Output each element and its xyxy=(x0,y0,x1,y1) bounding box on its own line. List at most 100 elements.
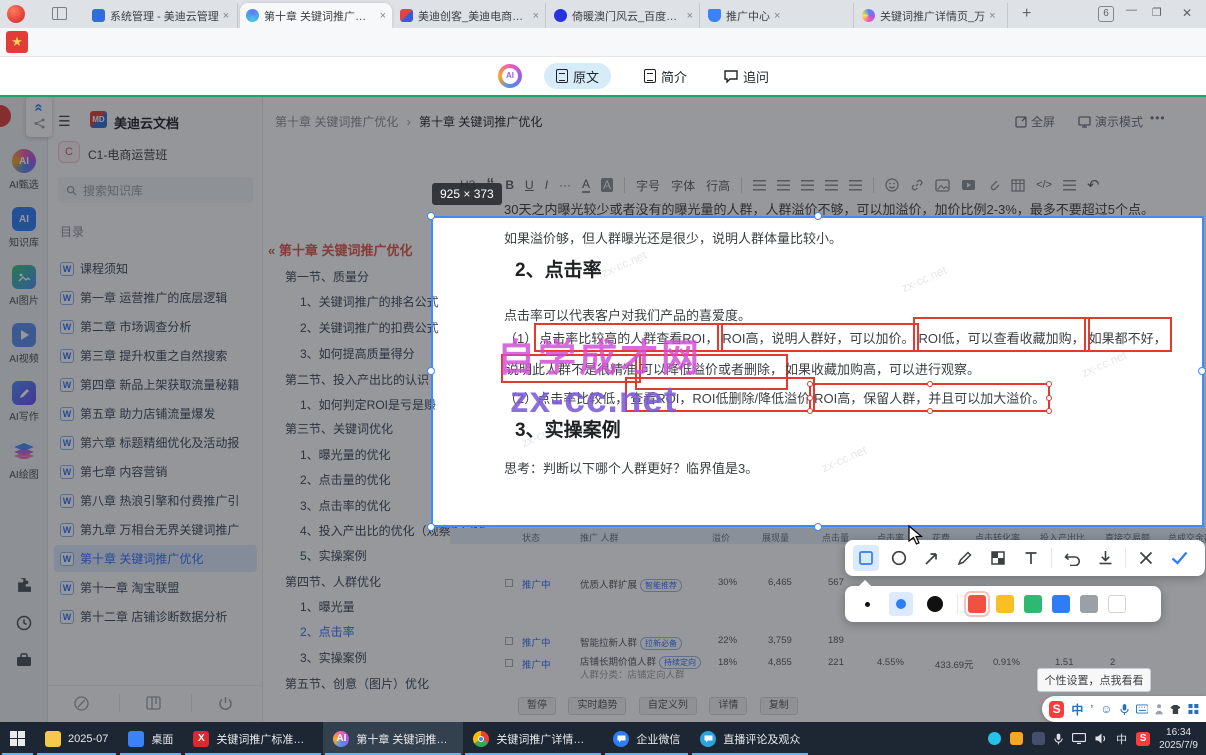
tray-shield-icon[interactable] xyxy=(1032,732,1046,745)
ellipse-tool[interactable] xyxy=(886,545,912,571)
numbered-list-icon[interactable] xyxy=(777,179,791,191)
annotation-rect[interactable]: 如果都不好， xyxy=(1083,317,1172,352)
tray-bubble-icon[interactable] xyxy=(988,732,1002,745)
tab-close-icon[interactable]: × xyxy=(533,10,539,22)
color-yellow[interactable] xyxy=(996,595,1014,613)
divider-icon[interactable] xyxy=(1063,179,1077,191)
color-blue[interactable] xyxy=(1052,595,1070,613)
toc-title[interactable]: « 第十章 关键词推广优化 xyxy=(268,240,412,259)
video-icon[interactable] xyxy=(961,179,976,191)
more-format-button[interactable]: ··· xyxy=(559,178,571,192)
annotation-rect[interactable]: 查看ROI，ROI低删除/降低溢价 xyxy=(625,377,816,412)
stroke-medium-option-active[interactable] xyxy=(889,592,913,616)
more-actions-button[interactable]: ••• xyxy=(1150,111,1166,125)
floating-badge-icon[interactable] xyxy=(0,105,11,127)
toc-item[interactable]: 1、曝光量的优化 xyxy=(300,446,391,463)
doc-item[interactable]: W 第五章 助力店铺流量爆发 xyxy=(54,400,257,427)
bold-button[interactable]: B xyxy=(505,178,514,192)
font-color-button[interactable]: A xyxy=(582,177,591,193)
tray-orange-icon[interactable] xyxy=(1010,732,1024,745)
tray-mic-icon[interactable] xyxy=(1054,733,1063,745)
toc-item[interactable]: 2、点击量的优化 xyxy=(300,471,391,488)
save-download-tool[interactable] xyxy=(1092,545,1118,571)
toc-item[interactable]: 第一节、质量分 xyxy=(285,268,369,285)
toc-item-active[interactable]: 2、点击率 xyxy=(300,623,355,640)
toc-item[interactable]: 3、点击率的优化 xyxy=(300,497,391,514)
doc-item[interactable]: W 第一章 运营推广的底层逻辑 xyxy=(54,284,257,311)
table-icon[interactable] xyxy=(1011,178,1025,192)
doc-item[interactable]: W 第二章 市场调查分析 xyxy=(54,313,257,340)
taskbar-item-chrome[interactable]: 关键词推广详情页... xyxy=(463,722,603,755)
row-checkbox[interactable] xyxy=(505,659,513,667)
doc-item[interactable]: W 第十一章 淘宝联盟 xyxy=(54,574,257,601)
doc-item[interactable]: W 第六章 标题精细优化及活动报 xyxy=(54,429,257,456)
indent-icon[interactable] xyxy=(849,179,863,191)
cancel-capture-button[interactable] xyxy=(1133,545,1159,571)
taskbar-clock[interactable]: 16:34 2025/7/9 xyxy=(1159,726,1198,752)
realtime-button[interactable]: 实时趋势 xyxy=(568,697,627,715)
link-icon[interactable] xyxy=(910,178,924,192)
tab-keyword-detail[interactable]: 关键词推广详情页_万 × xyxy=(856,3,1008,28)
taskbar-item-wecom[interactable]: 企业微信 xyxy=(603,722,690,755)
taskbar-item-spreadsheet[interactable]: X 关键词推广标准计... xyxy=(183,722,323,755)
attachment-icon[interactable] xyxy=(987,178,1000,192)
tab-close-icon[interactable]: × xyxy=(989,10,995,22)
puzzle-icon[interactable] xyxy=(16,577,32,593)
selection-handle[interactable] xyxy=(427,367,435,375)
emoji-icon[interactable] xyxy=(885,178,899,192)
collapse-toc-icon[interactable]: « xyxy=(268,243,275,258)
keyboard-icon[interactable] xyxy=(1135,704,1149,714)
rail-item-ai-select[interactable]: AI AI甄选 xyxy=(0,149,48,191)
task-list-icon[interactable] xyxy=(801,179,815,191)
history-clock-icon[interactable] xyxy=(16,615,32,631)
window-minimize-button[interactable]: — xyxy=(1126,4,1137,16)
tab-close-icon[interactable]: × xyxy=(687,10,693,22)
italic-button[interactable]: I xyxy=(545,178,548,192)
doc-item[interactable]: W 第八章 热浪引擎和付费推广引 xyxy=(54,487,257,514)
annotation-rect[interactable]: 说明此人群不是很精准 xyxy=(501,354,642,383)
collapse-icon[interactable]: « xyxy=(31,97,48,121)
tab-system-admin[interactable]: 系统管理 - 美迪云管理 × xyxy=(86,3,238,28)
taskbar-item-folder[interactable]: 2025-07 xyxy=(35,722,118,755)
align-icon[interactable] xyxy=(825,179,839,191)
bullet-list-icon[interactable] xyxy=(753,179,767,191)
stroke-small-option[interactable] xyxy=(855,592,879,616)
emoji-icon[interactable]: ☺ xyxy=(1100,702,1112,716)
tray-lang-indicator[interactable]: 中 xyxy=(1116,731,1127,747)
tab-summary[interactable]: 简介 xyxy=(632,63,699,89)
toc-item[interactable]: 第二节、投入产出比的认识 xyxy=(285,371,429,388)
font-family-select[interactable]: 字体 xyxy=(671,177,695,194)
kanban-icon[interactable] xyxy=(146,696,161,710)
skin-shirt-icon[interactable] xyxy=(1170,704,1181,715)
browser-logo-icon[interactable] xyxy=(7,5,25,23)
detail-button[interactable]: 详情 xyxy=(709,697,748,715)
annotation-rect-selected[interactable]: ROI高，保留人群，并且可以加大溢价。 xyxy=(807,381,1053,414)
theme-star-icon[interactable]: ★ xyxy=(6,31,28,53)
toc-item[interactable]: 5、实操案例 xyxy=(300,547,367,564)
annotation-rect[interactable]: 点击率比较高的人群查看ROI， xyxy=(534,323,724,352)
tray-speaker-icon[interactable] xyxy=(1095,733,1107,744)
toc-item[interactable]: 第五节、创意（图片）优化 xyxy=(285,675,429,692)
doc-item[interactable]: W 第七章 内容营销 xyxy=(54,458,257,485)
doc-item[interactable]: W 第四章 新品上架获取流量秘籍 xyxy=(54,371,257,398)
image-icon[interactable] xyxy=(935,178,950,192)
pause-button[interactable]: 暂停 xyxy=(518,697,556,715)
tab-original-text[interactable]: 原文 xyxy=(544,63,612,89)
stroke-large-option[interactable] xyxy=(923,592,947,616)
doc-item[interactable]: W 第三章 提升权重之自然搜索 xyxy=(54,342,257,369)
selection-handle[interactable] xyxy=(814,523,822,531)
arrow-tool[interactable] xyxy=(919,545,945,571)
tab-close-icon[interactable]: × xyxy=(223,10,229,22)
line-height-select[interactable]: 行高 xyxy=(706,177,730,194)
rail-item-ai-image[interactable]: AI图片 xyxy=(0,265,48,307)
taskbar-item-desktop[interactable]: 桌面 xyxy=(118,722,183,755)
mic-icon[interactable] xyxy=(1119,703,1129,716)
selection-handle[interactable] xyxy=(1198,367,1206,375)
fullscreen-button[interactable]: 全屏 xyxy=(1015,113,1055,130)
undo-tool[interactable] xyxy=(1059,545,1085,571)
panel-menu-icon[interactable]: ☰ xyxy=(58,113,71,130)
doc-item[interactable]: W 第十二章 店铺诊断数据分析 xyxy=(54,603,257,630)
annotation-rect[interactable]: ROI高，说明人群好，可以加价。 xyxy=(717,323,920,352)
custom-columns-button[interactable]: 自定义列 xyxy=(638,697,697,715)
color-green[interactable] xyxy=(1024,595,1042,613)
